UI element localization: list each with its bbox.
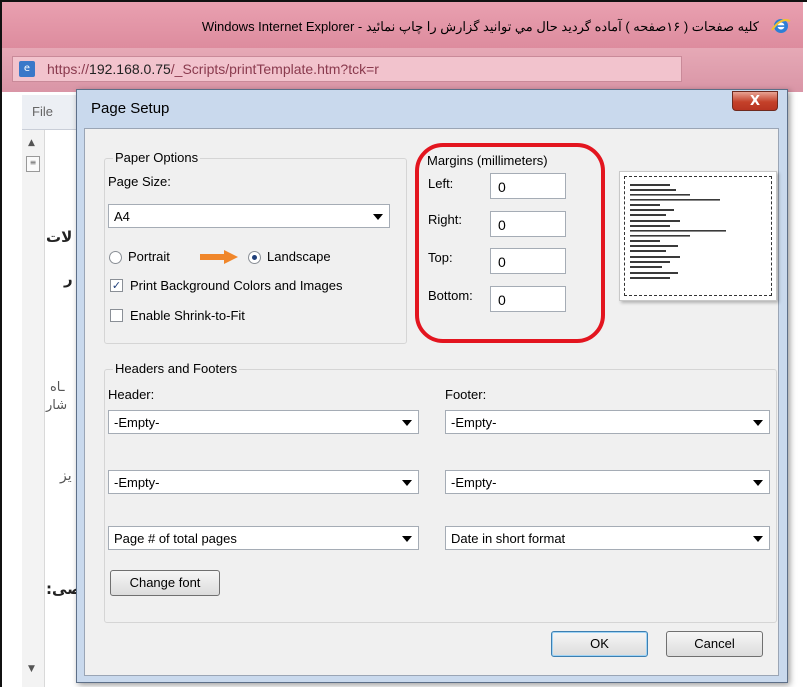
scroll-down-arrow-icon[interactable]: ▼: [28, 664, 35, 674]
page-setup-dialog: Page Setup X Paper Options Page Size: A4…: [76, 89, 788, 683]
footer-select-2-value: -Empty-: [451, 475, 497, 490]
scroll-grip-icon[interactable]: ≡: [26, 156, 40, 172]
menu-bar: File: [22, 95, 80, 130]
background-text: ر: [64, 270, 73, 288]
header-select-3[interactable]: Page # of total pages: [108, 526, 419, 550]
preview-content-lines: [630, 184, 726, 279]
portrait-radio[interactable]: [109, 251, 122, 264]
background-text: یز: [60, 468, 72, 484]
dialog-title: Page Setup: [91, 100, 170, 117]
header-select-3-value: Page # of total pages: [114, 531, 237, 546]
url-prefix: https://: [47, 61, 90, 77]
landscape-label[interactable]: Landscape: [267, 249, 331, 264]
footer-select-1-value: -Empty-: [451, 415, 497, 430]
page-right-edge: [790, 92, 807, 687]
background-text: لات: [46, 228, 73, 246]
paper-options-legend: Paper Options: [113, 150, 201, 165]
header-label: Header:: [108, 387, 155, 402]
highlight-circle: [415, 143, 605, 343]
scroll-up-arrow-icon[interactable]: ▲: [28, 138, 35, 148]
internet-explorer-icon: [771, 19, 791, 33]
footer-select-2[interactable]: -Empty-: [445, 470, 770, 494]
shrink-to-fit-label[interactable]: Enable Shrink-to-Fit: [130, 308, 245, 323]
change-font-button[interactable]: Change font: [110, 570, 220, 596]
chevron-down-icon: [753, 420, 763, 426]
url-host: 192.168.0.75: [89, 61, 171, 77]
url-path: /_Scripts/printTemplate.htm?tck=r: [170, 61, 379, 77]
page-size-label: Page Size:: [108, 174, 171, 189]
portrait-label[interactable]: Portrait: [128, 249, 170, 264]
chevron-down-icon: [402, 480, 412, 486]
header-select-1[interactable]: -Empty-: [108, 410, 419, 434]
print-background-checkbox[interactable]: ✓: [110, 279, 123, 292]
window-title: Windows Internet Explorer - کلیه صفحات (…: [201, 19, 759, 34]
shrink-to-fit-checkbox[interactable]: [110, 309, 123, 322]
orange-arrow-icon: [200, 250, 238, 264]
page-icon: e: [19, 61, 35, 77]
chevron-down-icon: [753, 536, 763, 542]
page-preview: [619, 171, 777, 301]
page-scrollbar[interactable]: ▲ ≡ ▼: [22, 130, 45, 687]
chevron-down-icon: [402, 536, 412, 542]
header-select-2-value: -Empty-: [114, 475, 160, 490]
header-select-1-value: -Empty-: [114, 415, 160, 430]
page-size-value: A4: [114, 209, 130, 224]
header-select-2[interactable]: -Empty-: [108, 470, 419, 494]
address-bar[interactable]: e https://192.168.0.75/_Scripts/printTem…: [12, 56, 682, 82]
footer-select-3-value: Date in short format: [451, 531, 566, 546]
chevron-down-icon: [373, 214, 383, 220]
menu-file[interactable]: File: [32, 104, 53, 119]
footer-label: Footer:: [445, 387, 487, 402]
address-bar-area: e https://192.168.0.75/_Scripts/printTem…: [2, 48, 803, 92]
cancel-button[interactable]: Cancel: [666, 631, 763, 657]
ie-title-bar: Windows Internet Explorer - کلیه صفحات (…: [2, 2, 803, 48]
ok-button[interactable]: OK: [551, 631, 648, 657]
headers-footers-legend: Headers and Footers: [113, 361, 240, 376]
background-text: شار: [46, 398, 68, 413]
landscape-radio[interactable]: [248, 251, 261, 264]
footer-select-1[interactable]: -Empty-: [445, 410, 770, 434]
background-text: ـاه: [50, 380, 65, 395]
url-text[interactable]: https://192.168.0.75/_Scripts/printTempl…: [47, 61, 379, 77]
footer-select-3[interactable]: Date in short format: [445, 526, 770, 550]
page-size-select[interactable]: A4: [108, 204, 390, 228]
print-background-label[interactable]: Print Background Colors and Images: [130, 278, 342, 293]
chevron-down-icon: [402, 420, 412, 426]
dialog-body: Paper Options Page Size: A4 Portrait Lan…: [84, 128, 779, 676]
close-button[interactable]: X: [732, 91, 778, 111]
chevron-down-icon: [753, 480, 763, 486]
